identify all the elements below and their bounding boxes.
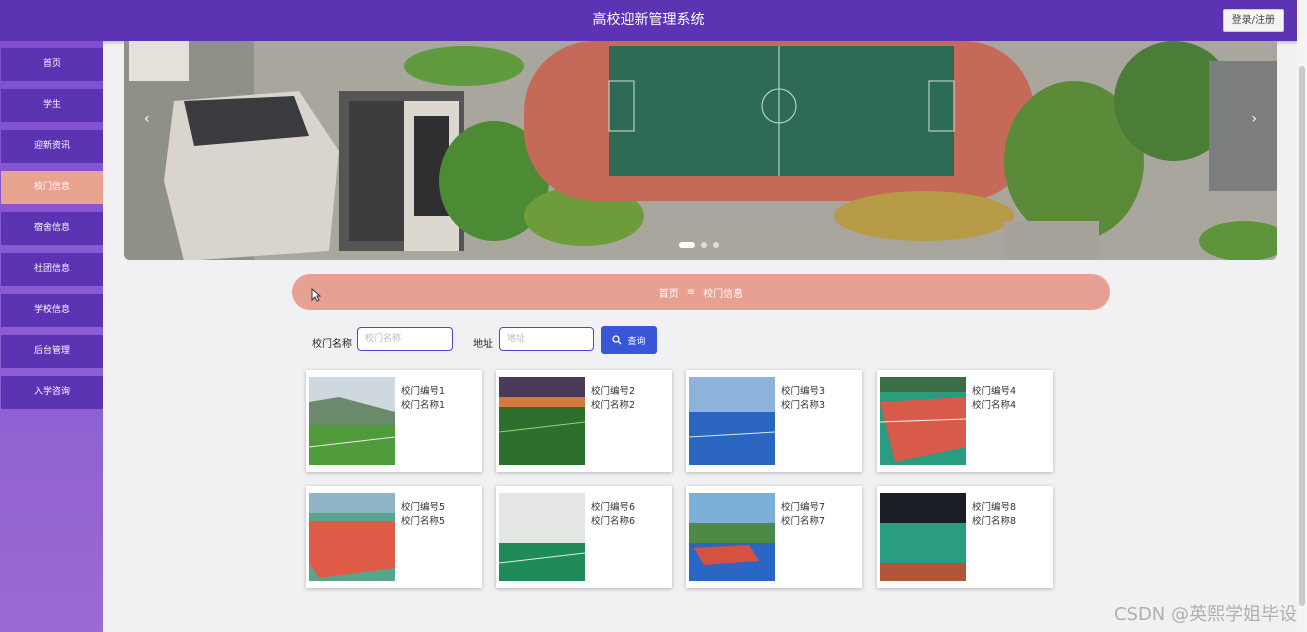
address-input[interactable] [499,327,594,351]
gate-card[interactable]: 校门编号3 校门名称3 [686,370,862,472]
carousel-dot-3[interactable] [713,242,719,248]
card-line1: 校门编号6 [591,502,636,513]
gate-thumbnail [689,377,775,465]
query-button-label: 查询 [627,336,646,347]
card-line2: 校门名称6 [591,516,636,527]
banner-prev-arrow[interactable]: ‹ [144,111,150,127]
gate-card[interactable]: 校门编号1 校门名称1 [306,370,482,472]
gate-thumbnail [309,377,395,465]
card-line2: 校门名称2 [591,400,636,411]
sidebar: 首页 学生 迎新资讯 校门信息 宿舍信息 社团信息 学校信息 后台管理 入学咨询 [0,41,103,632]
mouse-cursor-icon [311,288,321,302]
card-line2: 校门名称5 [401,516,446,527]
gate-card[interactable]: 校门编号2 校门名称2 [496,370,672,472]
search-icon [612,335,622,345]
page-scrollbar[interactable] [1297,0,1307,632]
breadcrumb-separator: ≡ [686,286,696,298]
carousel-dot-1[interactable] [679,242,695,248]
gate-thumbnail [880,377,966,465]
sidebar-item-school[interactable]: 学校信息 [1,294,103,327]
gate-card[interactable]: 校门编号7 校门名称7 [686,486,862,588]
address-label: 地址 [473,339,493,350]
sidebar-item-home[interactable]: 首页 [1,48,103,81]
card-line1: 校门编号5 [401,502,446,513]
gate-card[interactable]: 校门编号5 校门名称5 [306,486,482,588]
breadcrumb-home[interactable]: 首页 [659,285,679,300]
gate-name-label: 校门名称 [312,339,352,350]
card-line1: 校门编号8 [972,502,1017,513]
card-line1: 校门编号2 [591,386,636,397]
card-line2: 校门名称4 [972,400,1017,411]
campus-aerial-image [124,41,1277,260]
gate-thumbnail [880,493,966,581]
carousel-dot-2[interactable] [701,242,707,248]
gate-thumbnail [499,493,585,581]
gate-thumbnail [689,493,775,581]
card-line1: 校门编号3 [781,386,826,397]
sidebar-item-admin[interactable]: 后台管理 [1,335,103,368]
breadcrumb: 首页 ≡ 校门信息 [292,274,1110,310]
card-line1: 校门编号4 [972,386,1017,397]
csdn-watermark: CSDN @英熙学姐毕设 [1113,604,1297,625]
gate-thumbnail [499,377,585,465]
card-line2: 校门名称7 [781,516,826,527]
breadcrumb-current: 校门信息 [703,288,744,300]
card-line2: 校门名称8 [972,516,1017,527]
sidebar-item-consult[interactable]: 入学咨询 [1,376,103,409]
gate-thumbnail [309,493,395,581]
banner-carousel[interactable]: ‹ › [124,41,1277,260]
card-line1: 校门编号1 [401,386,446,397]
sidebar-item-gates[interactable]: 校门信息 [1,171,103,204]
sidebar-item-dorms[interactable]: 宿舍信息 [1,212,103,245]
query-button[interactable]: 查询 [601,326,657,354]
gate-name-input[interactable] [357,327,453,351]
top-header: 高校迎新管理系统 登录/注册 [0,0,1297,41]
gate-card[interactable]: 校门编号8 校门名称8 [877,486,1053,588]
card-line1: 校门编号7 [781,502,826,513]
banner-next-arrow[interactable]: › [1251,111,1257,127]
sidebar-item-clubs[interactable]: 社团信息 [1,253,103,286]
card-line2: 校门名称1 [401,400,446,411]
card-line2: 校门名称3 [781,400,826,411]
app-title: 高校迎新管理系统 [592,12,705,28]
login-register-button[interactable]: 登录/注册 [1222,9,1284,32]
gate-card[interactable]: 校门编号4 校门名称4 [877,370,1053,472]
sidebar-item-students[interactable]: 学生 [1,89,103,122]
gate-card[interactable]: 校门编号6 校门名称6 [496,486,672,588]
sidebar-item-news[interactable]: 迎新资讯 [1,130,103,163]
scrollbar-thumb[interactable] [1299,66,1305,606]
